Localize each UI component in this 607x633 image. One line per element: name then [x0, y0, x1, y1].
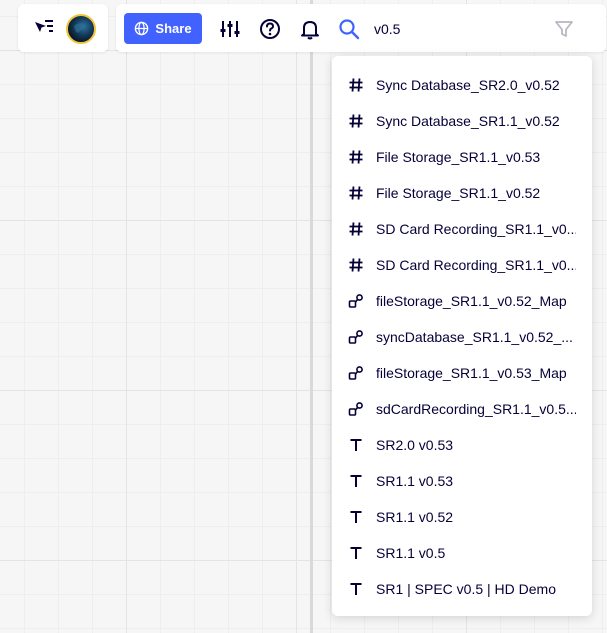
earth-avatar-graphic [74, 23, 85, 33]
hash-icon [348, 221, 364, 237]
mindmap-icon [348, 329, 364, 345]
search-result-item[interactable]: syncDatabase_SR1.1_v0.52_... [332, 319, 592, 355]
question-circle-icon[interactable] [258, 17, 282, 41]
search-result-label: File Storage_SR1.1_v0.52 [376, 185, 541, 201]
search-result-item[interactable]: SD Card Recording_SR1.1_v0... [332, 247, 592, 283]
search-result-label: fileStorage_SR1.1_v0.53_Map [376, 365, 567, 381]
mindmap-icon [348, 293, 364, 309]
search-result-item[interactable]: sdCardRecording_SR1.1_v0.5... [332, 391, 592, 427]
bell-icon[interactable] [298, 17, 322, 41]
search-result-label: syncDatabase_SR1.1_v0.52_... [376, 329, 573, 345]
text-icon [348, 437, 364, 453]
search-result-label: Sync Database_SR2.0_v0.52 [376, 77, 560, 93]
cursor-list-icon[interactable] [32, 16, 56, 40]
search-result-item[interactable]: SR1 | SPEC v0.5 | HD Demo [332, 571, 592, 607]
search-result-item[interactable]: fileStorage_SR1.1_v0.52_Map [332, 283, 592, 319]
avatar[interactable] [66, 14, 96, 44]
search-result-label: sdCardRecording_SR1.1_v0.5... [376, 401, 576, 417]
search-result-item[interactable]: SD Card Recording_SR1.1_v0... [332, 211, 592, 247]
search-icon[interactable] [337, 17, 361, 41]
search-result-label: SR1.1 v0.53 [376, 473, 454, 489]
search-result-item[interactable]: File Storage_SR1.1_v0.52 [332, 175, 592, 211]
search-result-item[interactable]: fileStorage_SR1.1_v0.53_Map [332, 355, 592, 391]
share-button-label: Share [155, 21, 192, 36]
search-result-item[interactable]: SR1.1 v0.53 [332, 463, 592, 499]
hash-icon [348, 149, 364, 165]
search-result-label: File Storage_SR1.1_v0.53 [376, 149, 541, 165]
hash-icon [348, 77, 364, 93]
hash-icon [348, 185, 364, 201]
mindmap-icon [348, 365, 364, 381]
search-result-item[interactable]: File Storage_SR1.1_v0.53 [332, 139, 592, 175]
search-result-item[interactable]: Sync Database_SR2.0_v0.52 [332, 67, 592, 103]
text-icon [348, 581, 364, 597]
hash-icon [348, 257, 364, 273]
globe-icon [134, 21, 149, 36]
search-input[interactable] [374, 18, 534, 40]
search-result-item[interactable]: Sync Database_SR1.1_v0.52 [332, 103, 592, 139]
search-result-item[interactable]: SR1.1 v0.52 [332, 499, 592, 535]
search-result-item[interactable]: SR1.1 v0.5 [332, 535, 592, 571]
search-results-dropdown: Sync Database_SR2.0_v0.52 Sync Database_S… [332, 56, 592, 616]
search-result-label: SR1 | SPEC v0.5 | HD Demo [376, 581, 556, 597]
search-result-item[interactable]: SR2.0 v0.53 [332, 427, 592, 463]
canvas-panel-divider [310, 0, 313, 633]
search-result-label: SR1.1 v0.52 [376, 509, 454, 525]
search-result-label: SD Card Recording_SR1.1_v0... [376, 257, 576, 273]
search-result-label: Sync Database_SR1.1_v0.52 [376, 113, 560, 129]
search-result-label: SR1.1 v0.5 [376, 545, 446, 561]
right-toolbar: Share [116, 4, 606, 52]
left-toolbar [18, 4, 108, 52]
search-result-label: SD Card Recording_SR1.1_v0... [376, 221, 576, 237]
search-result-label: SR2.0 v0.53 [376, 437, 454, 453]
text-icon [348, 509, 364, 525]
hash-icon [348, 113, 364, 129]
share-button[interactable]: Share [124, 13, 202, 44]
mindmap-icon [348, 401, 364, 417]
sliders-icon[interactable] [218, 17, 242, 41]
search-result-label: fileStorage_SR1.1_v0.52_Map [376, 293, 567, 309]
filter-icon[interactable] [552, 17, 576, 41]
text-icon [348, 473, 364, 489]
text-icon [348, 545, 364, 561]
